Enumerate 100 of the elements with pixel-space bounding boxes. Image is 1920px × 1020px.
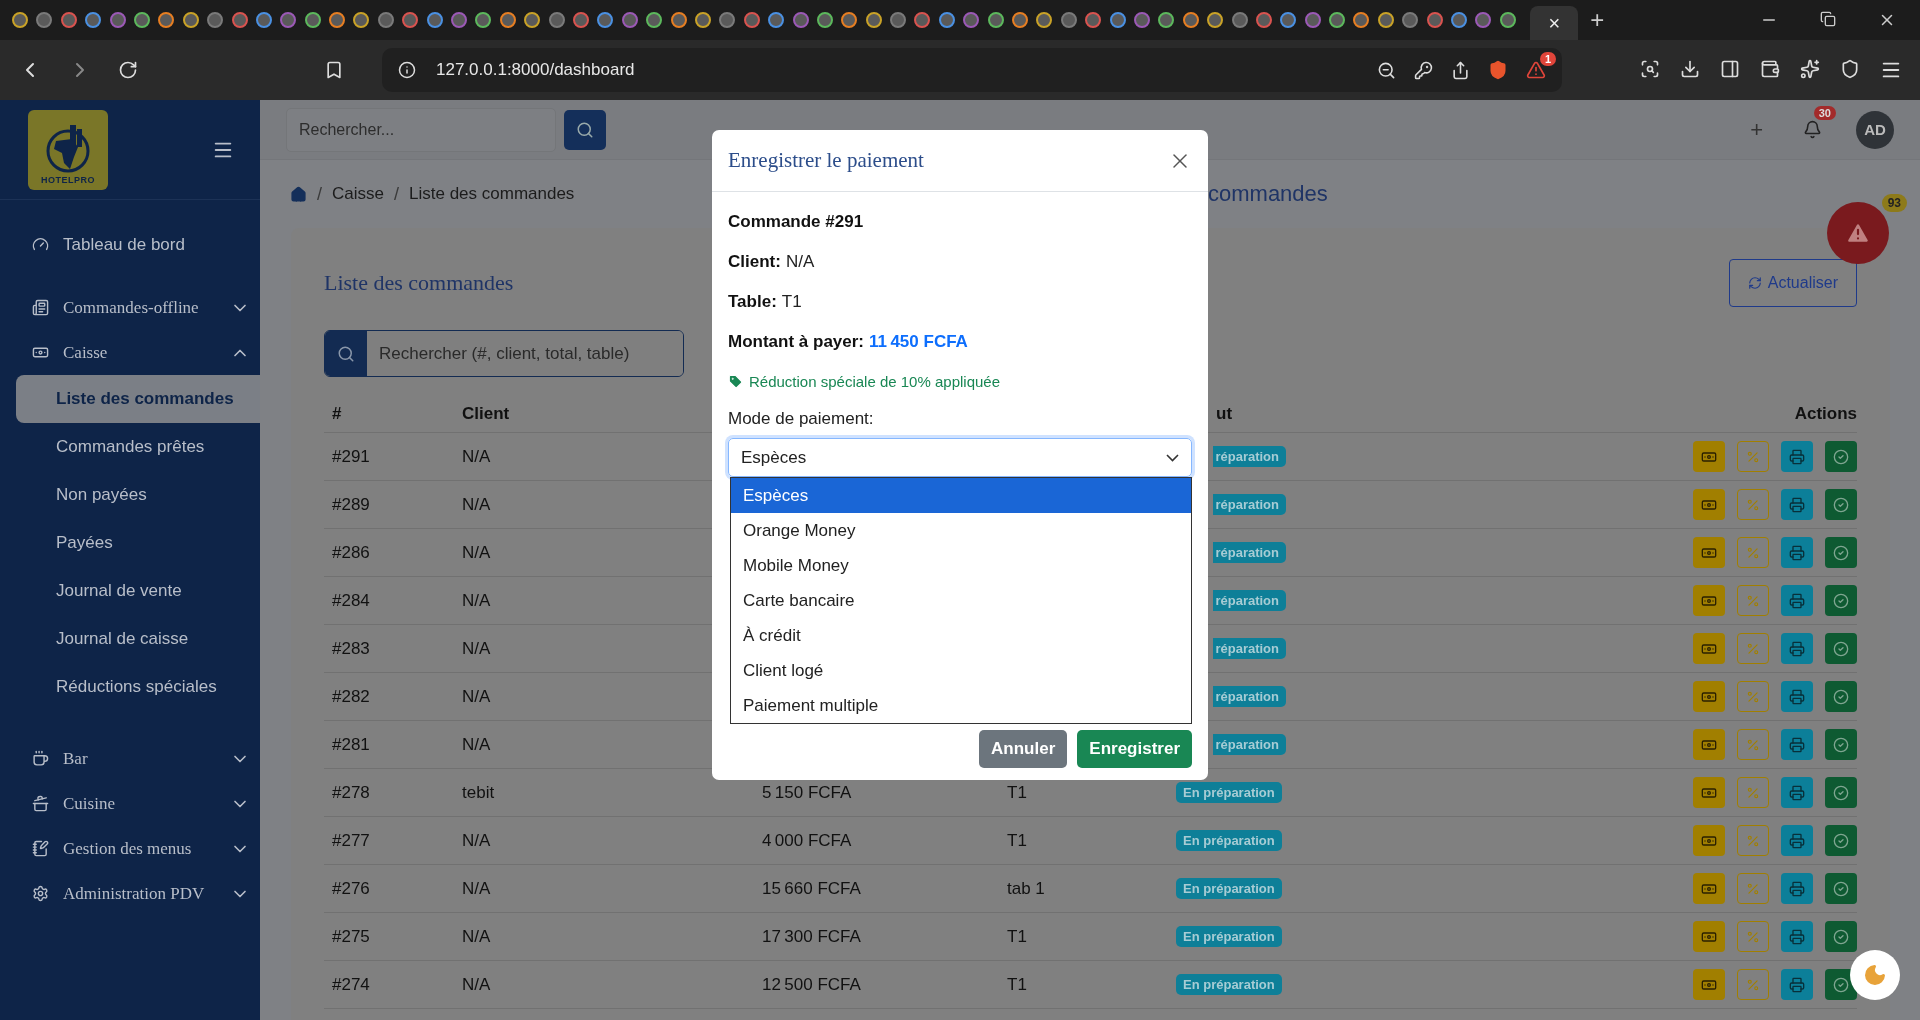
address-bar[interactable]: 127.0.0.1:8000/dashboard 1 [382,48,1562,92]
key-icon[interactable] [1414,60,1433,80]
triangle-icon[interactable] [1526,60,1546,80]
favicon-icon[interactable] [1085,12,1102,28]
payment-button[interactable] [1693,537,1725,568]
favicon-icon[interactable] [475,12,492,28]
breadcrumb-link[interactable]: Liste des commandes [409,184,575,204]
scan-icon[interactable] [1640,59,1660,79]
sidebar-subitem[interactable]: Non payées [16,471,260,519]
payment-button[interactable] [1693,441,1725,472]
sidebar-item[interactable]: Cuisine [0,781,260,826]
favicon-icon[interactable] [280,12,297,28]
favicon-icon[interactable] [85,12,102,28]
share-icon[interactable] [1451,60,1470,80]
print-button[interactable] [1781,489,1813,520]
favicon-icon[interactable] [938,12,955,28]
favicon-icon[interactable] [36,12,53,28]
save-button[interactable]: Enregistrer [1077,730,1192,768]
favicon-icon[interactable] [1255,12,1272,28]
favicon-icon[interactable] [1231,12,1248,28]
favicon-icon[interactable] [304,12,321,28]
favicon-icon[interactable] [1207,12,1224,28]
sparkles-icon[interactable] [1800,59,1820,79]
favicon-icon[interactable] [548,12,565,28]
print-button[interactable] [1781,441,1813,472]
favicon-icon[interactable] [1451,12,1468,28]
favicon-icon[interactable] [865,12,882,28]
favicon-icon[interactable] [255,12,272,28]
sidebar-subitem[interactable]: Commandes prêtes [16,423,260,471]
new-tab-button[interactable]: + [1578,6,1617,34]
favicon-icon[interactable] [231,12,248,28]
favicon-icon[interactable] [1329,12,1346,28]
favicon-icon[interactable] [694,12,711,28]
sidebar-subitem[interactable]: Journal de caisse [16,615,260,663]
breadcrumb-link[interactable]: Caisse [332,184,384,204]
sidebar-subitem[interactable]: Payées [16,519,260,567]
favicon-icon[interactable] [329,12,346,28]
favicon-icon[interactable] [353,12,370,28]
favicon-icon[interactable] [1475,12,1492,28]
sidebar-icon[interactable] [1720,59,1740,79]
favicon-icon[interactable] [1109,12,1126,28]
favicon-icon[interactable] [1402,12,1419,28]
sidebar-item[interactable]: Tableau de bord [0,222,260,267]
sidebar-item[interactable]: Bar [0,736,260,781]
favicon-icon[interactable] [621,12,638,28]
favicon-icon[interactable] [1426,12,1443,28]
favicon-icon[interactable] [182,12,199,28]
payment-button[interactable] [1693,585,1725,616]
bell-icon[interactable] [1803,120,1822,139]
favicon-icon[interactable] [377,12,394,28]
print-button[interactable] [1781,921,1813,952]
favicon-icon[interactable] [841,12,858,28]
sidebar-subitem[interactable]: Réductions spéciales [16,663,260,711]
favicon-icon[interactable] [646,12,663,28]
payment-button[interactable] [1693,969,1725,1000]
complete-button[interactable] [1825,969,1857,1000]
print-button[interactable] [1781,873,1813,904]
payment-button[interactable] [1693,489,1725,520]
payment-button[interactable] [1693,729,1725,760]
wallet-icon[interactable] [1760,59,1780,79]
favicon-icon[interactable] [792,12,809,28]
favicon-icon[interactable] [573,12,589,28]
sidebar-item[interactable]: Gestion des menus [0,826,260,871]
home-icon[interactable] [290,185,307,203]
orders-search-field[interactable]: Rechercher (#, client, total, table) [324,330,684,377]
favicon-icon[interactable] [499,12,516,28]
favicon-icon[interactable] [133,12,150,28]
select-option[interactable]: Espèces [731,478,1191,513]
payment-select[interactable]: Espèces [728,438,1192,477]
cancel-button[interactable]: Annuler [979,730,1068,768]
favicon-icon[interactable] [743,12,760,28]
payment-button[interactable] [1693,777,1725,808]
restore-icon[interactable] [1820,11,1836,27]
favicon-icon[interactable] [768,12,785,28]
payment-button[interactable] [1693,633,1725,664]
favicon-icon[interactable] [597,12,614,28]
favicon-icon[interactable] [816,12,833,28]
favicon-icon[interactable] [1499,12,1516,28]
favicon-icon[interactable] [60,12,77,28]
favicon-icon[interactable] [12,12,28,28]
print-button[interactable] [1781,537,1813,568]
user-avatar[interactable]: AD [1856,110,1894,149]
favicon-icon[interactable] [1133,12,1150,28]
favicon-icon[interactable] [1182,12,1199,28]
favicon-icon[interactable] [987,12,1004,28]
favicon-icon[interactable] [890,12,907,28]
favicon-icon[interactable] [109,12,126,28]
favicon-icon[interactable] [914,12,931,28]
sidebar-item[interactable]: Commandes-offline [0,285,260,330]
favicon-icon[interactable] [1158,12,1175,28]
print-button[interactable] [1781,729,1813,760]
favicon-icon[interactable] [1036,12,1053,28]
reload-icon[interactable] [118,60,138,80]
print-button[interactable] [1781,681,1813,712]
sidebar-item[interactable]: Administration PDV [0,871,260,916]
favicon-icon[interactable] [1012,12,1028,28]
download-icon[interactable] [1680,59,1700,79]
payment-button[interactable] [1693,825,1725,856]
favicon-icon[interactable] [1060,12,1077,28]
favicon-icon[interactable] [402,12,419,28]
